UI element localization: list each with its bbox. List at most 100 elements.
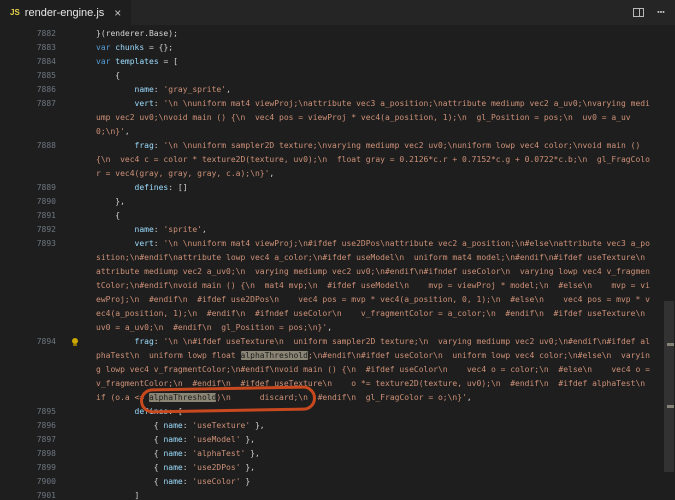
line-number: 7896 bbox=[36, 421, 56, 430]
code-token: , bbox=[327, 323, 333, 332]
code-token: 'use2DPos' bbox=[192, 463, 241, 472]
code-token: }, bbox=[240, 463, 255, 472]
line-number: 7892 bbox=[36, 225, 56, 234]
code-token: '\n \nuniform mat4 viewProj;\n#ifdef use… bbox=[96, 239, 663, 332]
code-token: : bbox=[182, 435, 193, 444]
code-token: : bbox=[182, 449, 193, 458]
code-text: var chunks = {}; bbox=[96, 41, 663, 55]
code-token: }, bbox=[96, 197, 125, 206]
code-token: templates bbox=[115, 57, 159, 66]
code-line-7885: 7885 { bbox=[0, 69, 663, 83]
code-token: name bbox=[163, 449, 183, 458]
code-text: vert: '\n \nuniform mat4 viewProj;\nattr… bbox=[96, 97, 663, 139]
line-number: 7886 bbox=[36, 85, 56, 94]
glyph-margin bbox=[56, 27, 96, 41]
code-token: name bbox=[134, 85, 154, 94]
glyph-margin bbox=[56, 83, 96, 97]
code-token: : bbox=[153, 141, 164, 150]
line-number: 7899 bbox=[36, 463, 56, 472]
code-token: name bbox=[163, 435, 183, 444]
code-text: }, bbox=[96, 195, 663, 209]
line-number: 7889 bbox=[36, 183, 56, 192]
code-text: { name: 'alphaTest' }, bbox=[96, 447, 663, 461]
code-token: { bbox=[96, 463, 164, 472]
code-text: defines: [ bbox=[96, 405, 663, 419]
tab-bar: JS render-engine.js × ⋯ bbox=[0, 0, 675, 25]
highlighted-occurrence: alphaThreshold bbox=[139, 385, 317, 414]
code-line-7899: 7899 { name: 'use2DPos' }, bbox=[0, 461, 663, 475]
code-token: 'useModel' bbox=[192, 435, 241, 444]
code-token: ] bbox=[96, 491, 140, 500]
code-token: 'useTexture' bbox=[192, 421, 251, 430]
code-line-7900: 7900 { name: 'useColor' } bbox=[0, 475, 663, 489]
code-token: , bbox=[269, 169, 275, 178]
lightbulb-icon[interactable] bbox=[56, 335, 96, 405]
code-line-7897: 7897 { name: 'useModel' }, bbox=[0, 433, 663, 447]
line-number: 7900 bbox=[36, 477, 56, 486]
glyph-margin bbox=[56, 223, 96, 237]
code-token: { bbox=[96, 71, 121, 80]
code-token: }, bbox=[240, 435, 255, 444]
code-token: , bbox=[201, 225, 207, 234]
code-text: { bbox=[96, 209, 663, 223]
code-token: defines bbox=[134, 407, 169, 416]
code-line-7896: 7896 { name: 'useTexture' }, bbox=[0, 419, 663, 433]
scrollbar-thumb[interactable] bbox=[664, 300, 674, 472]
code-line-7901: 7901 ] bbox=[0, 489, 663, 500]
code-line-7883: 7883 var chunks = {}; bbox=[0, 41, 663, 55]
glyph-margin bbox=[56, 475, 96, 489]
split-editor-icon[interactable] bbox=[633, 8, 645, 17]
code-token: 'gray_sprite' bbox=[163, 85, 227, 94]
code-token: }, bbox=[245, 449, 260, 458]
code-token: defines bbox=[134, 183, 169, 192]
code-line-7891: 7891 { bbox=[0, 209, 663, 223]
code-line-7890: 7890 }, bbox=[0, 195, 663, 209]
glyph-margin bbox=[56, 419, 96, 433]
code-text: frag: '\n \n#ifdef useTexture\n uniform … bbox=[96, 335, 663, 414]
glyph-margin bbox=[56, 447, 96, 461]
code-line-7882: 7882}(renderer.Base); bbox=[0, 27, 663, 41]
code-text: frag: '\n \nuniform sampler2D texture;\n… bbox=[96, 139, 663, 181]
code-token: vert bbox=[134, 99, 154, 108]
more-actions-icon[interactable]: ⋯ bbox=[657, 6, 665, 19]
code-token: : bbox=[153, 239, 164, 248]
code-token: = [ bbox=[158, 57, 178, 66]
line-number: 7888 bbox=[36, 141, 56, 150]
line-number: 7885 bbox=[36, 71, 56, 80]
code-token: : [] bbox=[168, 183, 188, 192]
close-tab-icon[interactable]: × bbox=[114, 6, 121, 20]
code-token: chunks bbox=[115, 43, 145, 52]
glyph-margin bbox=[56, 181, 96, 195]
code-token: : bbox=[182, 477, 193, 486]
line-number: 7891 bbox=[36, 211, 56, 220]
glyph-margin bbox=[56, 237, 96, 335]
line-number: 7898 bbox=[36, 449, 56, 458]
code-token: : bbox=[153, 337, 164, 346]
code-token: { bbox=[96, 421, 164, 430]
line-number: 7894 bbox=[36, 337, 56, 346]
code-token: : bbox=[153, 85, 164, 94]
code-token: { bbox=[96, 477, 164, 486]
code-line-7888: 7888 frag: '\n \nuniform sampler2D textu… bbox=[0, 139, 663, 181]
glyph-margin bbox=[56, 461, 96, 475]
code-text: defines: [] bbox=[96, 181, 663, 195]
code-text: vert: '\n \nuniform mat4 viewProj;\n#ifd… bbox=[96, 237, 663, 335]
tab-render-engine-js[interactable]: JS render-engine.js × bbox=[0, 0, 132, 25]
code-line-7898: 7898 { name: 'alphaTest' }, bbox=[0, 447, 663, 461]
code-token: )\n discard;\n #endif\n gl_FragColor = o… bbox=[216, 393, 467, 402]
glyph-margin bbox=[56, 195, 96, 209]
code-token: var bbox=[96, 43, 111, 52]
code-token: }, bbox=[250, 421, 265, 430]
vertical-scrollbar[interactable] bbox=[663, 25, 675, 500]
code-token: , bbox=[226, 85, 231, 94]
highlighted-occurrence: alphaThreshold bbox=[240, 351, 308, 360]
glyph-margin bbox=[56, 139, 96, 181]
code-line-7894: 7894 frag: '\n \n#ifdef useTexture\n uni… bbox=[0, 335, 663, 414]
code-editor[interactable]: 7882}(renderer.Base); 7883 var chunks = {}… bbox=[0, 25, 663, 500]
code-token: }(renderer.Base); bbox=[96, 29, 178, 38]
code-token: name bbox=[163, 477, 183, 486]
